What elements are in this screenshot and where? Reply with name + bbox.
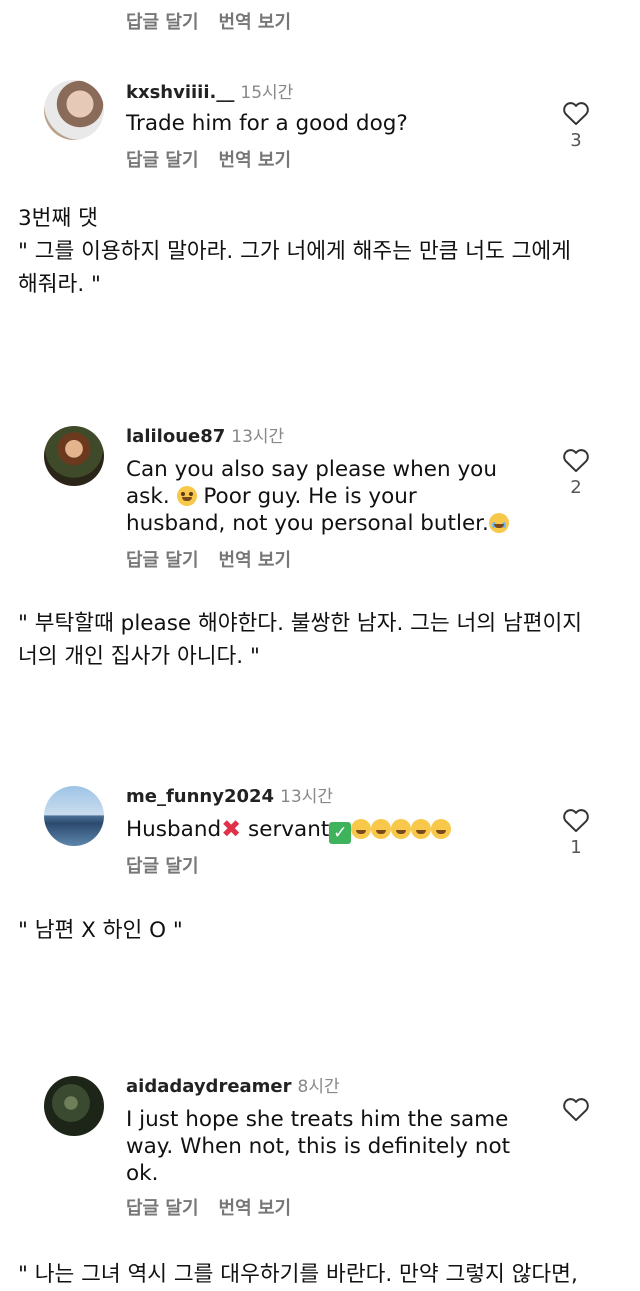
comment-text: Trade him for a good dog? [126, 111, 408, 136]
translation-line: " 나는 그녀 역시 그를 대우하기를 바란다. 만약 그렇지 않다면, [18, 1262, 578, 1287]
pleading-face-icon [176, 486, 197, 506]
comment-header: aidadaydreamer 8시간 [126, 1072, 340, 1097]
comment-text: I just hope she treats him the same way.… [126, 1106, 546, 1187]
translation-line: 해줘라. " [18, 272, 101, 297]
translation-block-3: " 남편 X 하인 O " [18, 914, 628, 947]
comment-actions: 답글 달기 [126, 852, 219, 878]
like-control [560, 1096, 592, 1122]
comment-actions-top: 답글 달기 번역 보기 [126, 8, 311, 34]
tears-of-joy-icon [431, 819, 452, 839]
comment-fragment: Poor guy. He is your [203, 484, 417, 509]
reply-button[interactable]: 답글 달기 [126, 550, 199, 571]
avatar[interactable] [44, 786, 104, 846]
like-count: 3 [570, 130, 582, 151]
comment-actions: 답글 달기 번역 보기 [126, 546, 311, 572]
comment-fragment: husband, not you personal butler. [126, 511, 489, 536]
comment-text: Husband✖ servant ✓ [126, 816, 546, 844]
like-control: 1 [560, 807, 592, 858]
see-translation-button[interactable]: 번역 보기 [219, 1198, 292, 1219]
comment-line-2: ask. Poor guy. He is your [126, 483, 536, 510]
comment-header: me_funny2024 13시간 [126, 782, 333, 807]
tears-of-joy-icon [411, 819, 432, 839]
reply-button[interactable]: 답글 달기 [126, 12, 199, 33]
reply-button[interactable]: 답글 달기 [126, 856, 199, 877]
see-translation-button[interactable]: 번역 보기 [219, 150, 292, 171]
timestamp: 13시간 [280, 787, 333, 807]
translation-line: " 남편 X 하인 O " [18, 918, 183, 943]
translation-line: 너의 개인 집사가 아니다. " [18, 644, 260, 669]
comment-actions: 답글 달기 번역 보기 [126, 1194, 311, 1220]
avatar[interactable] [44, 1076, 104, 1136]
translation-line: " 부탁할때 please 해야한다. 불쌍한 남자. 그는 너의 남편이지 [18, 611, 583, 636]
comment-line: ok. [126, 1161, 159, 1186]
crying-face-icon [488, 513, 509, 533]
see-translation-button[interactable]: 번역 보기 [219, 12, 292, 33]
comment-actions: 답글 달기 번역 보기 [126, 146, 311, 172]
username[interactable]: aidadaydreamer [126, 1076, 292, 1097]
heart-outline-icon[interactable] [562, 447, 590, 473]
comment-header: kxshviiii.__ 15시간 [126, 78, 293, 103]
reply-button[interactable]: 답글 달기 [126, 150, 199, 171]
tears-of-joy-icon [371, 819, 392, 839]
like-count: 1 [570, 837, 582, 858]
like-control: 3 [560, 100, 592, 151]
timestamp: 15시간 [240, 83, 294, 103]
heart-outline-icon[interactable] [562, 100, 590, 126]
check-mark-icon: ✓ [329, 822, 352, 844]
translation-block-4: " 나는 그녀 역시 그를 대우하기를 바란다. 만약 그렇지 않다면, [18, 1258, 628, 1291]
cross-mark-icon: ✖ [221, 815, 242, 843]
tears-of-joy-icon [391, 819, 412, 839]
comment-line: way. When not, this is definitely not [126, 1134, 511, 1159]
comment-line: I just hope she treats him the same [126, 1107, 509, 1132]
heart-outline-icon[interactable] [562, 1096, 590, 1122]
see-translation-button[interactable]: 번역 보기 [219, 550, 292, 571]
reply-button[interactable]: 답글 달기 [126, 1198, 199, 1219]
heart-outline-icon[interactable] [562, 807, 590, 833]
timestamp: 13시간 [231, 427, 285, 447]
timestamp: 8시간 [297, 1077, 340, 1097]
username[interactable]: laliloue87 [126, 426, 225, 447]
comment-header: laliloue87 13시간 [126, 422, 284, 447]
avatar[interactable] [44, 80, 104, 140]
username[interactable]: me_funny2024 [126, 786, 274, 807]
translation-block-2: " 부탁할때 please 해야한다. 불쌍한 남자. 그는 너의 남편이지 너… [18, 607, 628, 673]
tears-of-joy-icon [351, 819, 372, 839]
translation-line: " 그를 이용하지 말아라. 그가 너에게 해주는 만큼 너도 그에게 [18, 239, 571, 264]
like-count: 2 [570, 477, 582, 498]
comment-fragment: servant [241, 817, 330, 842]
like-control: 2 [560, 447, 592, 498]
comment-fragment: ask. [126, 484, 170, 509]
avatar[interactable] [44, 426, 104, 486]
comment-text: Can you also say please when you ask. Po… [126, 456, 536, 537]
comment-line: Can you also say please when you [126, 457, 497, 482]
translation-block-1: 3번째 댓 " 그를 이용하지 말아라. 그가 너에게 해주는 만큼 너도 그에… [18, 202, 628, 301]
username[interactable]: kxshviiii.__ [126, 82, 234, 103]
translation-label: 3번째 댓 [18, 206, 98, 231]
comment-fragment: Husband [126, 817, 222, 842]
comment-line-3: husband, not you personal butler. [126, 510, 536, 537]
